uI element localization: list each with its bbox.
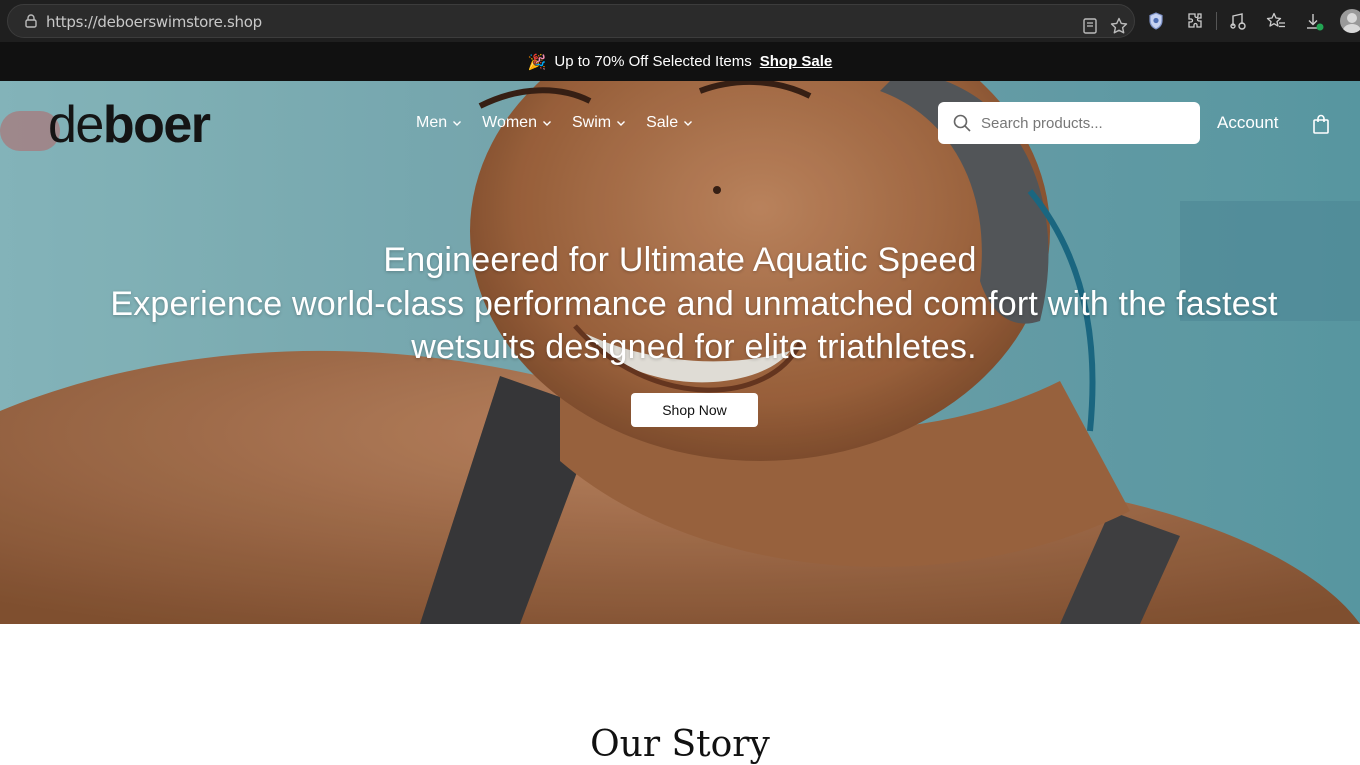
downloads-icon[interactable] [1304,11,1324,31]
chevron-down-icon [617,121,626,126]
announcement-text: Up to 70% Off Selected Items [554,53,752,70]
hero-subtitle: Experience world-class performance and u… [110,285,1278,366]
nav-item-swim[interactable]: Swim [572,114,626,132]
reader-mode-icon[interactable] [1080,16,1100,36]
main-nav: Men Women Swim Sale [416,114,693,132]
toolbar-separator [1216,12,1217,30]
shopping-bag-icon[interactable] [1311,113,1331,135]
address-bar[interactable]: https://deboerswimstore.shop [7,4,1135,38]
nav-item-men[interactable]: Men [416,114,462,132]
nav-item-sale[interactable]: Sale [646,114,693,132]
party-popper-icon: 🎉 [527,53,547,71]
nav-label: Men [416,114,448,131]
chevron-down-icon [684,121,693,126]
hero-title: Engineered for Ultimate Aquatic Speed [383,241,977,279]
hero-section: deboer Men Women Swim Sale Account Engin [0,81,1360,624]
search-icon [953,114,971,132]
shop-now-button[interactable]: Shop Now [631,393,758,427]
media-icon[interactable] [1228,11,1248,31]
nav-label: Women [482,114,537,131]
announcement-bar: 🎉 Up to 70% Off Selected Items Shop Sale [0,42,1360,81]
browser-toolbar: https://deboerswimstore.shop [0,0,1360,42]
search-input[interactable] [981,114,1181,132]
lock-icon[interactable] [23,13,39,29]
logo-bold-text: boer [102,96,211,154]
brand-logo[interactable]: deboer [48,95,211,155]
nav-label: Swim [571,114,612,131]
logo-light-text: de [48,96,104,154]
shop-sale-link[interactable]: Shop Sale [760,53,833,70]
bookmark-star-icon[interactable] [1109,16,1129,36]
search-box[interactable] [938,102,1200,144]
url-text[interactable]: https://deboerswimstore.shop [46,13,262,31]
shield-icon[interactable] [1146,11,1166,31]
chevron-down-icon [542,121,551,126]
our-story-heading: Our Story [590,724,770,765]
extensions-icon[interactable] [1185,11,1205,31]
nav-label: Sale [646,114,679,131]
account-link[interactable]: Account [1217,113,1278,133]
favorites-icon[interactable] [1266,11,1286,31]
nav-item-women[interactable]: Women [482,114,552,132]
chevron-down-icon [453,121,462,126]
profile-avatar[interactable] [1340,9,1360,33]
